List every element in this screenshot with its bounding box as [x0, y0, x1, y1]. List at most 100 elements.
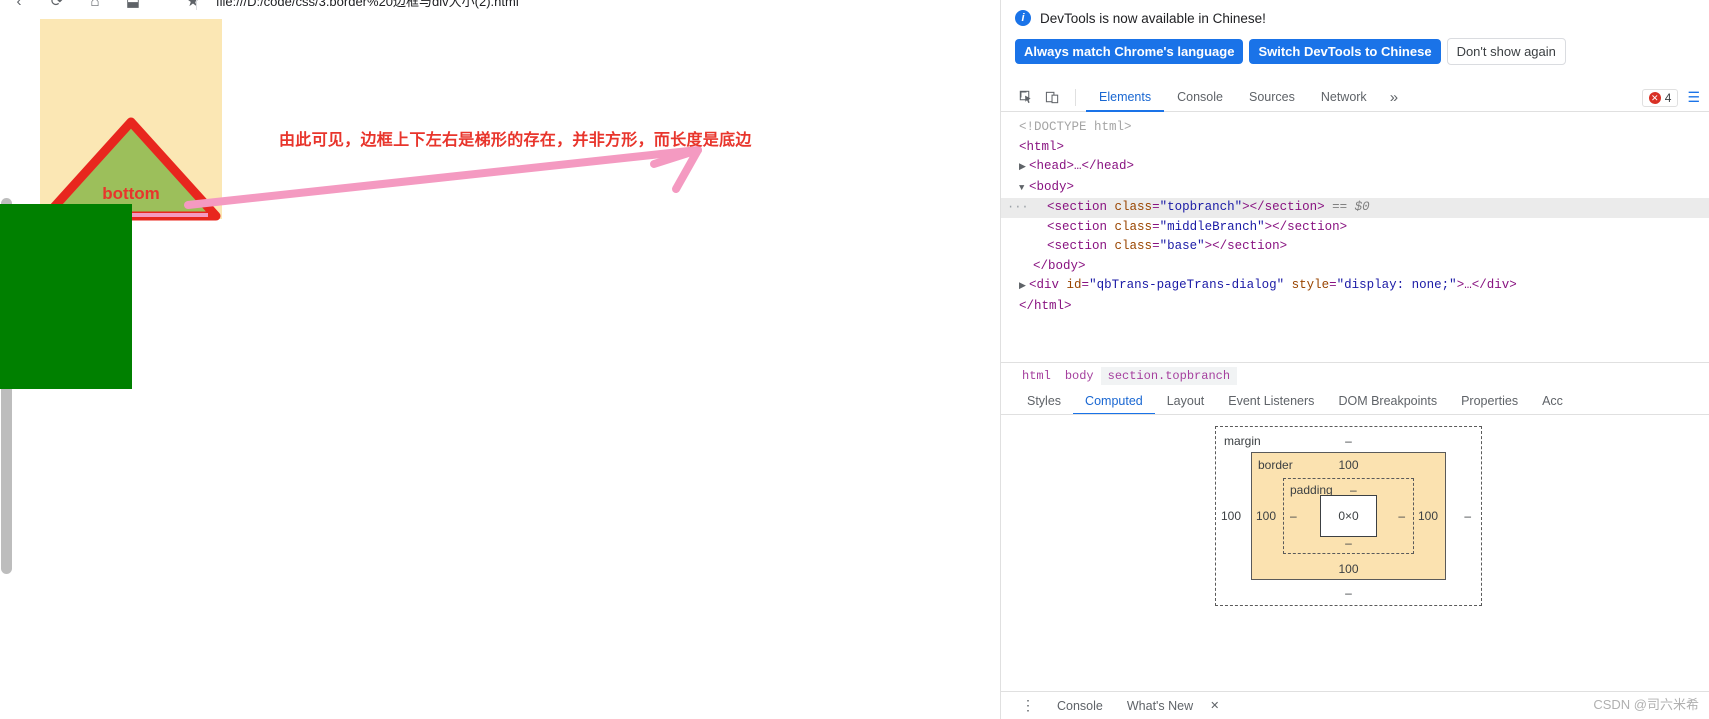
div-id-attr: id: [1066, 278, 1082, 292]
box-model-padding-bottom[interactable]: –: [1345, 536, 1352, 550]
breadcrumb-item-section-topbranch[interactable]: section.topbranch: [1100, 366, 1238, 385]
box-model-content-size: 0×0: [1338, 509, 1359, 523]
selected-node-marker: == $0: [1332, 200, 1370, 214]
tab-console[interactable]: Console: [1164, 83, 1236, 112]
error-count-badge[interactable]: ✕ 4: [1641, 88, 1679, 107]
downloads-icon[interactable]: ⬓: [114, 0, 152, 14]
tab-elements[interactable]: Elements: [1086, 83, 1165, 112]
dom-line-head[interactable]: ▶ <head>…</head>: [1001, 157, 1709, 178]
box-model-margin-bottom[interactable]: –: [1345, 586, 1352, 600]
drawer-tab-console[interactable]: Console: [1046, 699, 1114, 713]
sidebar-pane-tabs: Styles Computed Layout Event Listeners D…: [1001, 388, 1709, 415]
rendered-page-area: bottom 由此可见，边框上下左右是梯形的存在，并非方形，而长度是底边: [0, 14, 1000, 719]
pane-tab-layout[interactable]: Layout: [1155, 388, 1217, 414]
middle-close-tag: section: [1287, 219, 1340, 234]
dom-line-section-middle[interactable]: <section class="middleBranch"></section>: [1001, 218, 1709, 238]
dom-line-body-open[interactable]: ▼ <body>: [1001, 178, 1709, 199]
div-id-value: "qbTrans-pageTrans-dialog": [1089, 278, 1285, 292]
tab-sources[interactable]: Sources: [1236, 83, 1308, 112]
computed-pane-body: margin – 100 – – border 100 100 100 100 …: [1001, 415, 1709, 671]
div-tail: …</div>: [1464, 278, 1517, 292]
box-model-border-label: border: [1258, 458, 1293, 472]
info-icon: i: [1015, 10, 1031, 26]
doctype-text: <!DOCTYPE html>: [1019, 120, 1132, 134]
breadcrumb-item-body[interactable]: body: [1058, 367, 1101, 385]
head-tag: <head>…</head>: [1029, 159, 1135, 173]
pane-tab-properties[interactable]: Properties: [1449, 388, 1530, 414]
banner-message-row: i DevTools is now available in Chinese!: [1015, 10, 1709, 26]
pane-tab-accessibility[interactable]: Acc: [1530, 388, 1575, 414]
watermark: CSDN @司六米希: [1593, 697, 1699, 712]
dom-line-qbtrans-div[interactable]: ▶ <div id="qbTrans-pageTrans-dialog" styl…: [1001, 276, 1709, 297]
div-style-attr: style: [1291, 278, 1330, 292]
box-model-padding-box: padding – – – – 0×0: [1283, 478, 1414, 554]
box-model-margin-top[interactable]: –: [1345, 434, 1352, 448]
base-section-green: [0, 204, 132, 389]
always-match-language-button[interactable]: Always match Chrome's language: [1015, 39, 1244, 64]
dom-line-doctype[interactable]: <!DOCTYPE html>: [1001, 118, 1709, 138]
chevron-right-icon-2[interactable]: ▶: [1019, 277, 1029, 297]
pane-tab-dom-breakpoints[interactable]: DOM Breakpoints: [1326, 388, 1449, 414]
topbranch-tag-name: section: [1054, 200, 1108, 214]
box-model-border-top[interactable]: 100: [1338, 458, 1358, 472]
box-model-margin-left[interactable]: 100: [1221, 509, 1241, 523]
middle-attr-name: class: [1114, 219, 1153, 234]
drawer-menu-icon[interactable]: ⋮: [1013, 697, 1044, 714]
inspect-element-icon[interactable]: [1013, 85, 1039, 109]
dom-line-html-open[interactable]: <html>: [1001, 138, 1709, 158]
tab-network[interactable]: Network: [1308, 83, 1380, 112]
device-toolbar-icon[interactable]: [1039, 85, 1065, 109]
reload-icon[interactable]: ⟳: [38, 0, 76, 14]
box-model-border-box: border 100 100 100 100 padding – – – – 0…: [1251, 452, 1446, 580]
topbranch-close-tag: section: [1264, 200, 1318, 214]
drawer-close-icon[interactable]: ✕: [1206, 699, 1219, 712]
box-model-padding-left[interactable]: –: [1290, 509, 1297, 523]
pane-tab-styles[interactable]: Styles: [1015, 388, 1073, 414]
devtools-panel: i DevTools is now available in Chinese! …: [1000, 0, 1709, 719]
breadcrumb: html body section.topbranch: [1001, 362, 1709, 388]
bookmark-star-icon[interactable]: ★: [174, 0, 212, 14]
topbranch-attr-name: class: [1114, 200, 1153, 214]
box-model-border-right[interactable]: 100: [1418, 509, 1438, 523]
box-model-margin-right[interactable]: –: [1464, 509, 1471, 523]
more-tabs-icon[interactable]: »: [1380, 83, 1408, 112]
dom-tree: <!DOCTYPE html> <html> ▶ <head>…</head> ▼…: [1001, 112, 1709, 362]
home-icon[interactable]: ⌂: [76, 0, 114, 14]
box-model-content-box[interactable]: 0×0: [1320, 495, 1377, 537]
dont-show-again-button[interactable]: Don't show again: [1446, 38, 1566, 65]
switch-devtools-chinese-button[interactable]: Switch DevTools to Chinese: [1249, 39, 1441, 64]
address-bar-url[interactable]: file:///D:/code/css/3.border%20边框与div大小(…: [216, 0, 519, 10]
chevron-down-icon[interactable]: ▼: [1019, 179, 1029, 199]
toolbar-separator: [1075, 88, 1076, 106]
topbranch-attr-value: "topbranch": [1159, 200, 1243, 214]
inspect-element-svg: [1019, 90, 1031, 103]
box-model-padding-right[interactable]: –: [1398, 509, 1405, 523]
banner-message: DevTools is now available in Chinese!: [1040, 10, 1266, 26]
screenshot-root: ‹ ⟳ ⌂ ⬓ ★ file:///D:/code/css/3.border%2…: [0, 0, 1709, 719]
base-attr-value: "base": [1159, 239, 1205, 253]
dom-line-html-close[interactable]: </html>: [1001, 297, 1709, 317]
expand-dots-icon[interactable]: ···: [1007, 198, 1029, 218]
chevron-right-icon[interactable]: ▶: [1019, 158, 1029, 178]
devtools-menu-icon[interactable]: ☰: [1684, 89, 1703, 106]
dom-line-section-topbranch[interactable]: ··· <section class="topbranch"></section>…: [1001, 198, 1709, 218]
toolbar-divider: [196, 0, 197, 10]
breadcrumb-item-html[interactable]: html: [1015, 367, 1058, 385]
box-model-border-bottom[interactable]: 100: [1338, 562, 1358, 576]
pane-tab-computed[interactable]: Computed: [1073, 388, 1155, 414]
devtools-toolbar: Elements Console Sources Network » ✕ 4 ☰: [1001, 83, 1709, 112]
div-style-value: "display: none;": [1336, 278, 1457, 292]
html-close-tag: </html>: [1019, 298, 1072, 313]
box-model-border-left[interactable]: 100: [1256, 509, 1276, 523]
banner-button-row: Always match Chrome's language Switch De…: [1015, 38, 1709, 65]
devtools-toolbar-right: ✕ 4 ☰: [1641, 83, 1703, 112]
devtools-tab-list: Elements Console Sources Network »: [1086, 83, 1408, 112]
base-attr-name: class: [1114, 239, 1153, 253]
dom-line-section-base[interactable]: <section class="base"></section>: [1001, 237, 1709, 257]
drawer-tab-whats-new[interactable]: What's New: [1116, 699, 1204, 713]
devtools-language-banner: i DevTools is now available in Chinese! …: [1001, 0, 1709, 83]
dom-line-body-close[interactable]: </body>: [1001, 257, 1709, 277]
triangle-label-text: bottom: [102, 184, 160, 203]
pane-tab-event-listeners[interactable]: Event Listeners: [1216, 388, 1326, 414]
back-arrow-icon[interactable]: ‹: [0, 0, 38, 14]
